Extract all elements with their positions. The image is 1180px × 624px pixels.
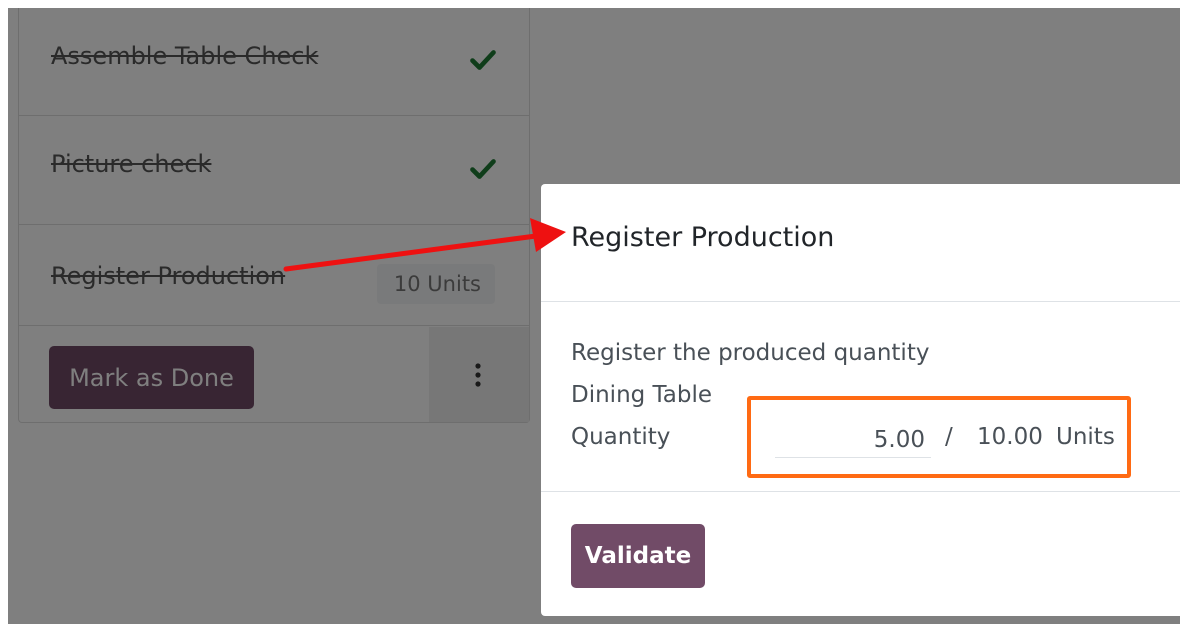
instruction-text: Register the produced quantity xyxy=(571,340,930,366)
quantity-label: Quantity xyxy=(571,424,671,450)
unit-of-measure: Units xyxy=(1056,424,1115,450)
dialog-title: Register Production xyxy=(571,222,835,253)
quantity-highlight-box: / 10.00 Units xyxy=(747,396,1131,478)
produced-quantity-input[interactable] xyxy=(775,422,931,458)
quantity-total: 10.00 xyxy=(977,424,1043,450)
dialog-body: Register the produced quantity Dining Ta… xyxy=(541,302,1180,492)
validate-button[interactable]: Validate xyxy=(571,524,705,588)
dialog-footer: Validate xyxy=(541,492,1180,616)
product-name: Dining Table xyxy=(571,382,713,408)
dialog-header: Register Production xyxy=(541,184,1180,302)
quantity-separator: / xyxy=(945,424,953,450)
register-production-dialog: Register Production Register the produce… xyxy=(541,184,1180,616)
